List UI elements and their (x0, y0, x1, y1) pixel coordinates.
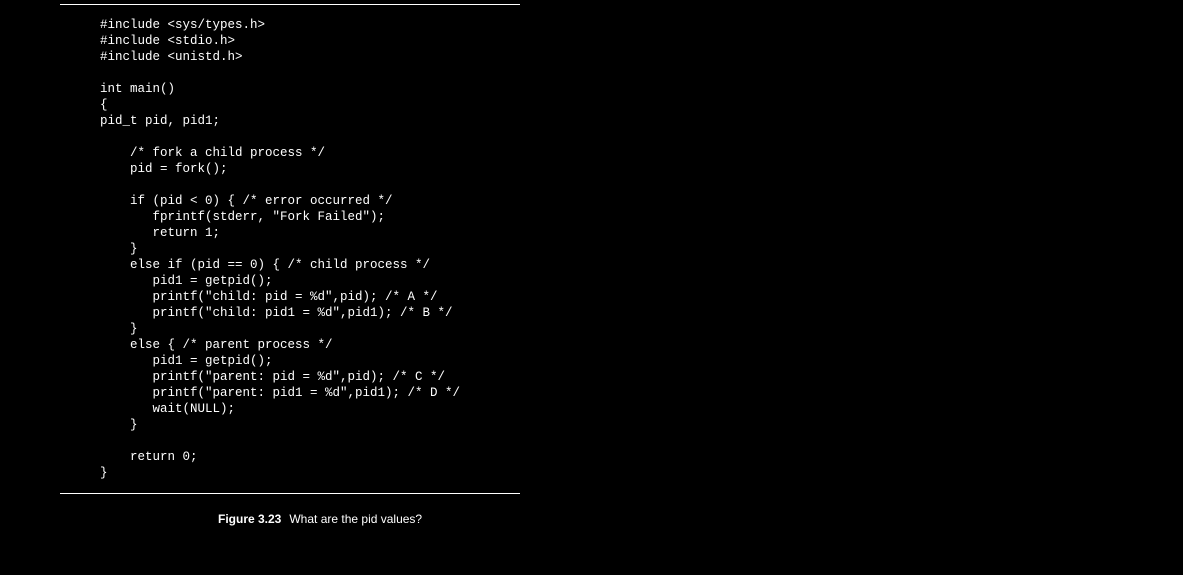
figure-caption: Figure 3.23 What are the pid values? (60, 512, 1123, 526)
code-listing: #include <sys/types.h> #include <stdio.h… (60, 17, 1123, 481)
figure-block: #include <sys/types.h> #include <stdio.h… (0, 4, 1183, 526)
figure-caption-text: What are the pid values? (289, 512, 422, 526)
top-rule (60, 4, 520, 5)
figure-number: Figure 3.23 (218, 512, 281, 526)
bottom-rule (60, 493, 520, 494)
